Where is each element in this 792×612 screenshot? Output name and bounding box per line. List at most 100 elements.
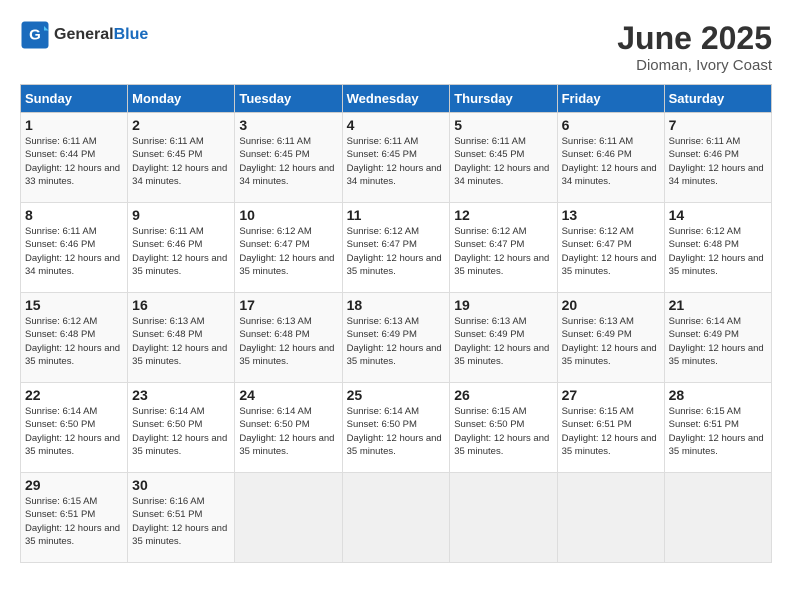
location-title: Dioman, Ivory Coast — [617, 57, 772, 74]
calendar-cell: 25Sunrise: 6:14 AMSunset: 6:50 PMDayligh… — [342, 383, 450, 473]
month-title: June 2025 — [617, 20, 772, 57]
day-info: Sunrise: 6:12 AMSunset: 6:47 PMDaylight:… — [562, 225, 660, 278]
day-info: Sunrise: 6:14 AMSunset: 6:49 PMDaylight:… — [669, 315, 767, 368]
calendar-cell: 9 Sunrise: 6:11 AMSunset: 6:46 PMDaylight… — [128, 203, 235, 293]
calendar-cell: 18Sunrise: 6:13 AMSunset: 6:49 PMDayligh… — [342, 293, 450, 383]
day-number: 30 — [132, 477, 230, 493]
day-number: 9 — [132, 207, 230, 223]
calendar-cell: 6 Sunrise: 6:11 AMSunset: 6:46 PMDaylight… — [557, 113, 664, 203]
day-info: Sunrise: 6:12 AMSunset: 6:47 PMDaylight:… — [239, 225, 337, 278]
day-number: 1 — [25, 117, 123, 133]
calendar-cell: 13 Sunrise: 6:12 AMSunset: 6:47 PMDayligh… — [557, 203, 664, 293]
day-info: Sunrise: 6:11 AMSunset: 6:46 PMDaylight:… — [25, 225, 123, 278]
day-info: Sunrise: 6:13 AMSunset: 6:49 PMDaylight:… — [347, 315, 446, 368]
calendar-cell: 28 Sunrise: 6:15 AMSunset: 6:51 PMDayligh… — [664, 383, 771, 473]
day-info: Sunrise: 6:11 AMSunset: 6:45 PMDaylight:… — [347, 135, 446, 188]
day-number: 19 — [454, 297, 552, 313]
day-info: Sunrise: 6:11 AMSunset: 6:46 PMDaylight:… — [562, 135, 660, 188]
day-number: 20 — [562, 297, 660, 313]
logo-blue: Blue — [114, 26, 149, 43]
day-info: Sunrise: 6:12 AMSunset: 6:48 PMDaylight:… — [669, 225, 767, 278]
title-area: June 2025 Dioman, Ivory Coast — [617, 20, 772, 74]
day-number: 24 — [239, 387, 337, 403]
weekday-header-friday: Friday — [557, 85, 664, 113]
page-header: G GeneralBlue June 2025 Dioman, Ivory Co… — [20, 20, 772, 74]
calendar-cell: 23Sunrise: 6:14 AMSunset: 6:50 PMDayligh… — [128, 383, 235, 473]
calendar-cell: 24 Sunrise: 6:14 AMSunset: 6:50 PMDayligh… — [235, 383, 342, 473]
day-number: 13 — [562, 207, 660, 223]
day-info: Sunrise: 6:13 AMSunset: 6:48 PMDaylight:… — [132, 315, 230, 368]
day-info: Sunrise: 6:13 AMSunset: 6:49 PMDaylight:… — [562, 315, 660, 368]
day-number: 7 — [669, 117, 767, 133]
weekday-header-thursday: Thursday — [450, 85, 557, 113]
day-info: Sunrise: 6:15 AMSunset: 6:51 PMDaylight:… — [25, 495, 123, 548]
calendar-cell — [557, 473, 664, 563]
calendar-cell: 14 Sunrise: 6:12 AMSunset: 6:48 PMDayligh… — [664, 203, 771, 293]
calendar-header-row: SundayMondayTuesdayWednesdayThursdayFrid… — [21, 85, 772, 113]
day-number: 4 — [347, 117, 446, 133]
weekday-header-tuesday: Tuesday — [235, 85, 342, 113]
day-info: Sunrise: 6:11 AMSunset: 6:44 PMDaylight:… — [25, 135, 123, 188]
calendar-cell — [235, 473, 342, 563]
calendar-cell: 22 Sunrise: 6:14 AMSunset: 6:50 PMDayligh… — [21, 383, 128, 473]
day-info: Sunrise: 6:14 AMSunset: 6:50 PMDaylight:… — [25, 405, 123, 458]
day-number: 27 — [562, 387, 660, 403]
day-info: Sunrise: 6:11 AMSunset: 6:45 PMDaylight:… — [132, 135, 230, 188]
day-info: Sunrise: 6:15 AMSunset: 6:51 PMDaylight:… — [669, 405, 767, 458]
calendar-week-2: 8 Sunrise: 6:11 AMSunset: 6:46 PMDaylight… — [21, 203, 772, 293]
calendar-cell: 2 Sunrise: 6:11 AMSunset: 6:45 PMDaylight… — [128, 113, 235, 203]
day-number: 11 — [347, 207, 446, 223]
calendar-cell: 8 Sunrise: 6:11 AMSunset: 6:46 PMDaylight… — [21, 203, 128, 293]
calendar-cell: 21 Sunrise: 6:14 AMSunset: 6:49 PMDayligh… — [664, 293, 771, 383]
day-number: 10 — [239, 207, 337, 223]
day-number: 12 — [454, 207, 552, 223]
calendar-cell: 15Sunrise: 6:12 AMSunset: 6:48 PMDayligh… — [21, 293, 128, 383]
day-info: Sunrise: 6:11 AMSunset: 6:46 PMDaylight:… — [132, 225, 230, 278]
day-number: 6 — [562, 117, 660, 133]
day-info: Sunrise: 6:12 AMSunset: 6:47 PMDaylight:… — [347, 225, 446, 278]
day-info: Sunrise: 6:14 AMSunset: 6:50 PMDaylight:… — [239, 405, 337, 458]
calendar-cell: 29 Sunrise: 6:15 AMSunset: 6:51 PMDayligh… — [21, 473, 128, 563]
calendar-cell: 26 Sunrise: 6:15 AMSunset: 6:50 PMDayligh… — [450, 383, 557, 473]
day-number: 16 — [132, 297, 230, 313]
calendar-cell: 30 Sunrise: 6:16 AMSunset: 6:51 PMDayligh… — [128, 473, 235, 563]
day-number: 17 — [239, 297, 337, 313]
calendar-cell — [342, 473, 450, 563]
weekday-header-wednesday: Wednesday — [342, 85, 450, 113]
day-info: Sunrise: 6:14 AMSunset: 6:50 PMDaylight:… — [347, 405, 446, 458]
calendar-cell: 5Sunrise: 6:11 AMSunset: 6:45 PMDaylight… — [450, 113, 557, 203]
day-number: 28 — [669, 387, 767, 403]
day-number: 22 — [25, 387, 123, 403]
day-info: Sunrise: 6:16 AMSunset: 6:51 PMDaylight:… — [132, 495, 230, 548]
day-info: Sunrise: 6:13 AMSunset: 6:49 PMDaylight:… — [454, 315, 552, 368]
logo: G GeneralBlue — [20, 20, 148, 50]
weekday-header-monday: Monday — [128, 85, 235, 113]
svg-text:G: G — [29, 27, 41, 44]
calendar-cell — [450, 473, 557, 563]
day-info: Sunrise: 6:11 AMSunset: 6:46 PMDaylight:… — [669, 135, 767, 188]
day-number: 21 — [669, 297, 767, 313]
day-info: Sunrise: 6:11 AMSunset: 6:45 PMDaylight:… — [239, 135, 337, 188]
logo-general: General — [54, 26, 114, 43]
calendar-cell: 1 Sunrise: 6:11 AMSunset: 6:44 PMDaylight… — [21, 113, 128, 203]
day-number: 29 — [25, 477, 123, 493]
day-info: Sunrise: 6:15 AMSunset: 6:50 PMDaylight:… — [454, 405, 552, 458]
day-info: Sunrise: 6:11 AMSunset: 6:45 PMDaylight:… — [454, 135, 552, 188]
weekday-header-sunday: Sunday — [21, 85, 128, 113]
day-number: 8 — [25, 207, 123, 223]
day-info: Sunrise: 6:13 AMSunset: 6:48 PMDaylight:… — [239, 315, 337, 368]
calendar-cell: 12 Sunrise: 6:12 AMSunset: 6:47 PMDayligh… — [450, 203, 557, 293]
day-number: 2 — [132, 117, 230, 133]
calendar-cell: 4 Sunrise: 6:11 AMSunset: 6:45 PMDaylight… — [342, 113, 450, 203]
calendar-cell: 17 Sunrise: 6:13 AMSunset: 6:48 PMDayligh… — [235, 293, 342, 383]
day-number: 14 — [669, 207, 767, 223]
calendar-cell: 10 Sunrise: 6:12 AMSunset: 6:47 PMDayligh… — [235, 203, 342, 293]
calendar-week-1: 1 Sunrise: 6:11 AMSunset: 6:44 PMDaylight… — [21, 113, 772, 203]
calendar-week-3: 15Sunrise: 6:12 AMSunset: 6:48 PMDayligh… — [21, 293, 772, 383]
calendar-cell: 16 Sunrise: 6:13 AMSunset: 6:48 PMDayligh… — [128, 293, 235, 383]
day-info: Sunrise: 6:12 AMSunset: 6:47 PMDaylight:… — [454, 225, 552, 278]
weekday-header-saturday: Saturday — [664, 85, 771, 113]
day-number: 26 — [454, 387, 552, 403]
day-number: 3 — [239, 117, 337, 133]
calendar-cell — [664, 473, 771, 563]
